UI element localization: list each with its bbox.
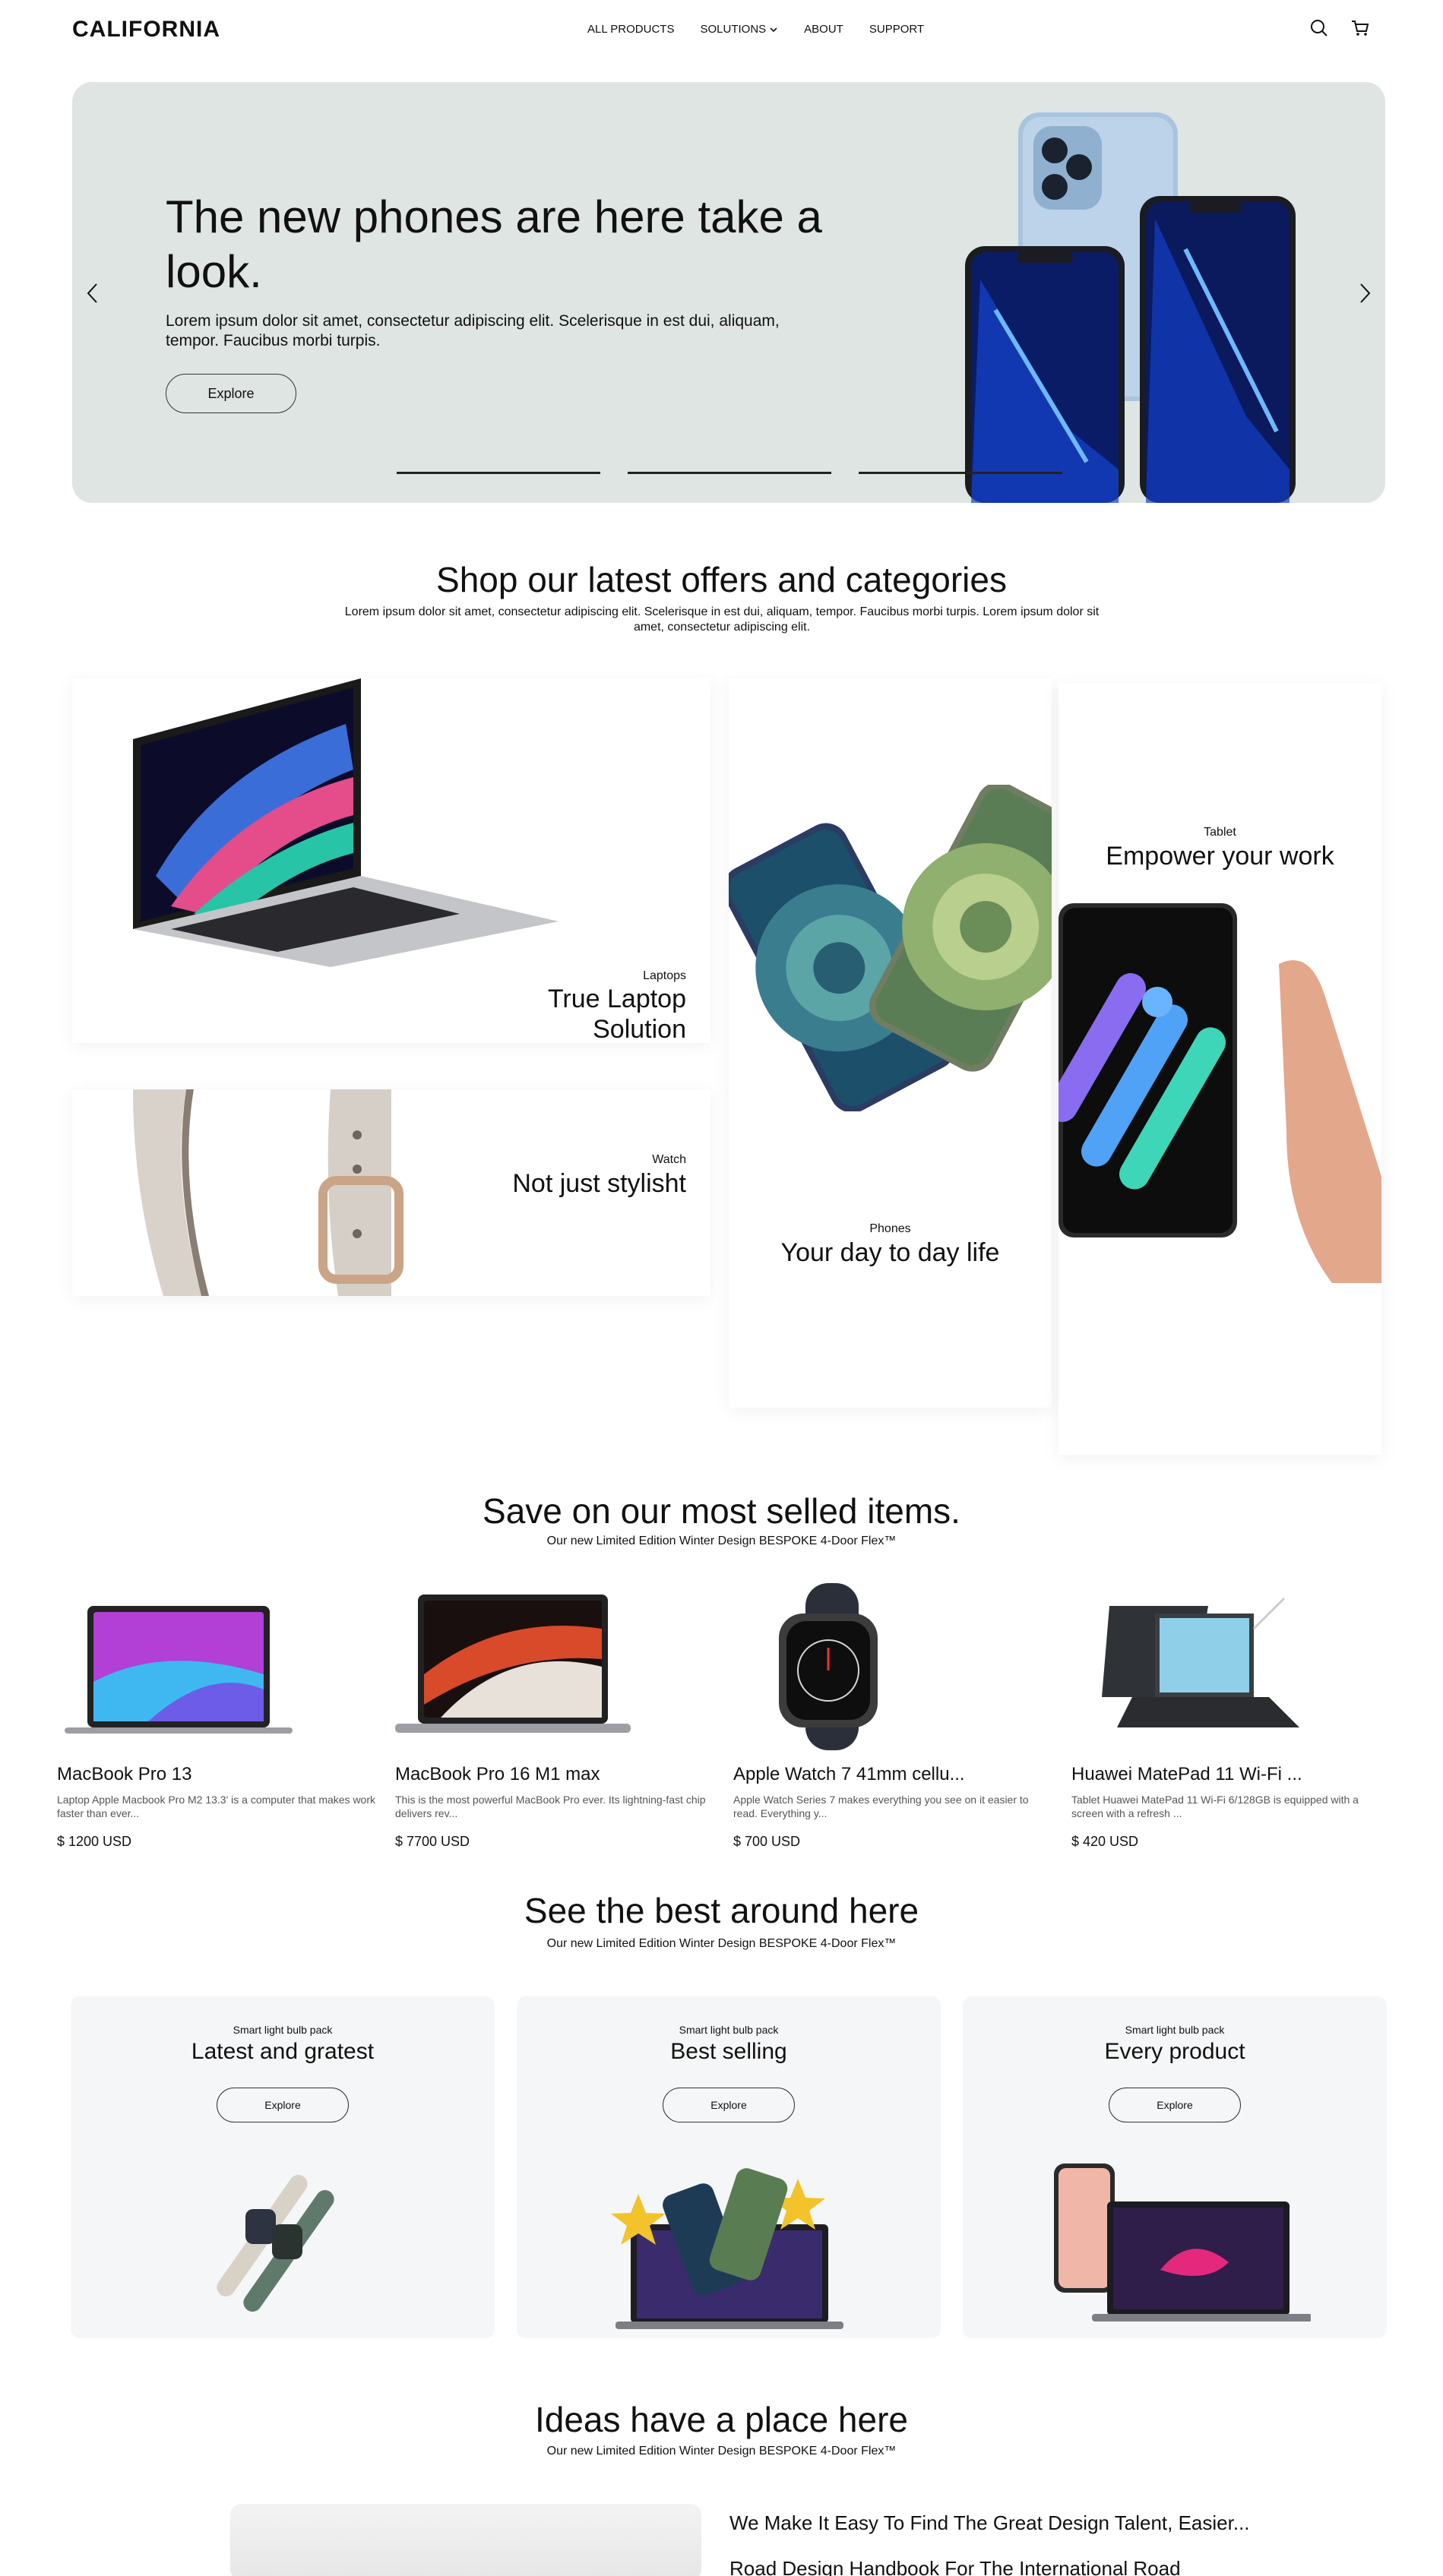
product-desc: Laptop Apple Macbook Pro M2 13.3' is a c… [57, 1794, 376, 1819]
category-title: Your day to day life [780, 1238, 1000, 1267]
product-name: MacBook Pro 13 [57, 1764, 192, 1784]
best-card[interactable]: Smart light bulb pack Best selling Explo… [517, 1996, 941, 2338]
nav-item-solutions[interactable]: SOLUTIONS [700, 23, 778, 36]
hero-title: The new phones are here take a look. [166, 191, 822, 297]
nav-item-about[interactable]: ABOUT [804, 23, 843, 36]
category-card-laptops[interactable]: Laptops True Laptop Solution [72, 678, 710, 1043]
product-price: $ 420 USD [1071, 1834, 1139, 1849]
best-subtitle: Our new Limited Edition Winter Design BE… [546, 1937, 897, 1950]
best-card-explore-button[interactable]: Explore [1109, 2088, 1241, 2122]
watches-image [217, 2175, 334, 2312]
best-card-tag: Smart light bulb pack [1125, 2024, 1225, 2036]
category-card-phones[interactable]: Phones Your day to day life [729, 678, 1052, 1408]
laptop-image [133, 678, 559, 967]
ideas-subtitle: Our new Limited Edition Winter Design BE… [546, 2445, 897, 2457]
product-image [395, 1595, 631, 1733]
nav-icons [1309, 18, 1370, 38]
product-name: MacBook Pro 16 M1 max [395, 1764, 600, 1784]
phones-image [729, 785, 1052, 1111]
nav-item-label: SUPPORT [869, 23, 925, 36]
chevron-down-icon [770, 27, 777, 32]
devices-image [1054, 2164, 1311, 2322]
brand-logo[interactable]: CALIFORNIA [72, 17, 220, 43]
categories-subtitle: Lorem ipsum dolor sit amet, consectetur … [344, 605, 1100, 634]
category-tag: Tablet [1204, 826, 1236, 839]
product-desc: This is the most powerful MacBook Pro ev… [395, 1794, 706, 1819]
cart-icon[interactable] [1350, 18, 1370, 38]
search-icon[interactable] [1309, 18, 1329, 38]
hero-phones-image [965, 112, 1296, 503]
category-title: True Laptop Solution [547, 985, 686, 1043]
carousel-indicator[interactable] [397, 472, 600, 474]
best-card[interactable]: Smart light bulb pack Latest and gratest… [71, 1996, 495, 2338]
hero-subtitle: Lorem ipsum dolor sit amet, consectetur … [166, 312, 780, 349]
category-title: Empower your work [1106, 842, 1334, 871]
nav-item-support[interactable]: SUPPORT [869, 23, 924, 36]
best-title: See the best around here [524, 1891, 919, 1930]
category-card-watch[interactable]: Watch Not just stylisht [72, 1089, 710, 1296]
products-subtitle: Our new Limited Edition Winter Design BE… [546, 1535, 897, 1547]
idea-link[interactable]: We Make It Easy To Find The Great Design… [729, 2511, 1250, 2535]
product-desc: Tablet Huawei MatePad 11 Wi-Fi 6/128GB i… [1071, 1794, 1359, 1819]
product-name: Apple Watch 7 41mm cellu... [733, 1764, 965, 1784]
chevron-left-icon[interactable] [81, 278, 104, 308]
nav-item-label: ALL PRODUCTS [587, 23, 675, 36]
best-card-explore-button[interactable]: Explore [217, 2088, 349, 2122]
bundle-image [611, 2168, 843, 2329]
best-card-title: Every product [1104, 2039, 1245, 2064]
categories-title: Shop our latest offers and categories [436, 560, 1007, 599]
best-card-tag: Smart light bulb pack [679, 2024, 779, 2036]
best-card-tag: Smart light bulb pack [233, 2024, 333, 2036]
product-image [65, 1606, 293, 1734]
nav-item-label: ABOUT [804, 23, 843, 36]
chevron-right-icon[interactable] [1353, 278, 1376, 308]
product-price: $ 700 USD [733, 1834, 801, 1849]
carousel-indicator[interactable] [859, 472, 1062, 474]
category-card-tablet[interactable]: Tablet Empower your work [1059, 683, 1381, 1455]
best-card-title: Latest and gratest [191, 2039, 375, 2064]
hero-explore-button[interactable]: Explore [166, 374, 296, 413]
product-name: Huawei MatePad 11 Wi-Fi ... [1071, 1764, 1302, 1784]
top-nav: CALIFORNIA ALL PRODUCTS SOLUTIONS ABOUT … [0, 0, 1443, 59]
carousel-indicators [397, 472, 1062, 474]
best-card-title: Best selling [670, 2039, 787, 2064]
product-price: $ 7700 USD [395, 1834, 470, 1849]
category-tag: Watch [652, 1153, 686, 1166]
ideas-title: Ideas have a place here [534, 2400, 909, 2439]
product-image [779, 1583, 878, 1750]
carousel-indicator[interactable] [628, 472, 831, 474]
product-desc: Apple Watch Series 7 makes everything yo… [733, 1794, 1029, 1819]
category-title: Not just stylisht [512, 1169, 686, 1198]
category-tag: Laptops [643, 969, 686, 982]
nav-item-all-products[interactable]: ALL PRODUCTS [587, 23, 674, 36]
products-title: Save on our most selled items. [483, 1491, 960, 1531]
category-tag: Phones [869, 1222, 911, 1235]
best-card-explore-button[interactable]: Explore [663, 2088, 795, 2122]
watch-band-image [133, 1089, 403, 1296]
nav-item-label: SOLUTIONS [700, 23, 767, 36]
hero-carousel: The new phones are here take a look. Lor… [72, 82, 1385, 503]
main-menu: ALL PRODUCTS SOLUTIONS ABOUT SUPPORT [587, 23, 950, 36]
idea-link[interactable]: Road Design Handbook For The Internation… [729, 2557, 1181, 2576]
tablet-image [1059, 903, 1381, 1283]
best-card[interactable]: Smart light bulb pack Every product Expl… [963, 1996, 1387, 2338]
idea-image [230, 2504, 701, 2576]
product-price: $ 1200 USD [57, 1834, 132, 1849]
product-image [1102, 1597, 1299, 1727]
